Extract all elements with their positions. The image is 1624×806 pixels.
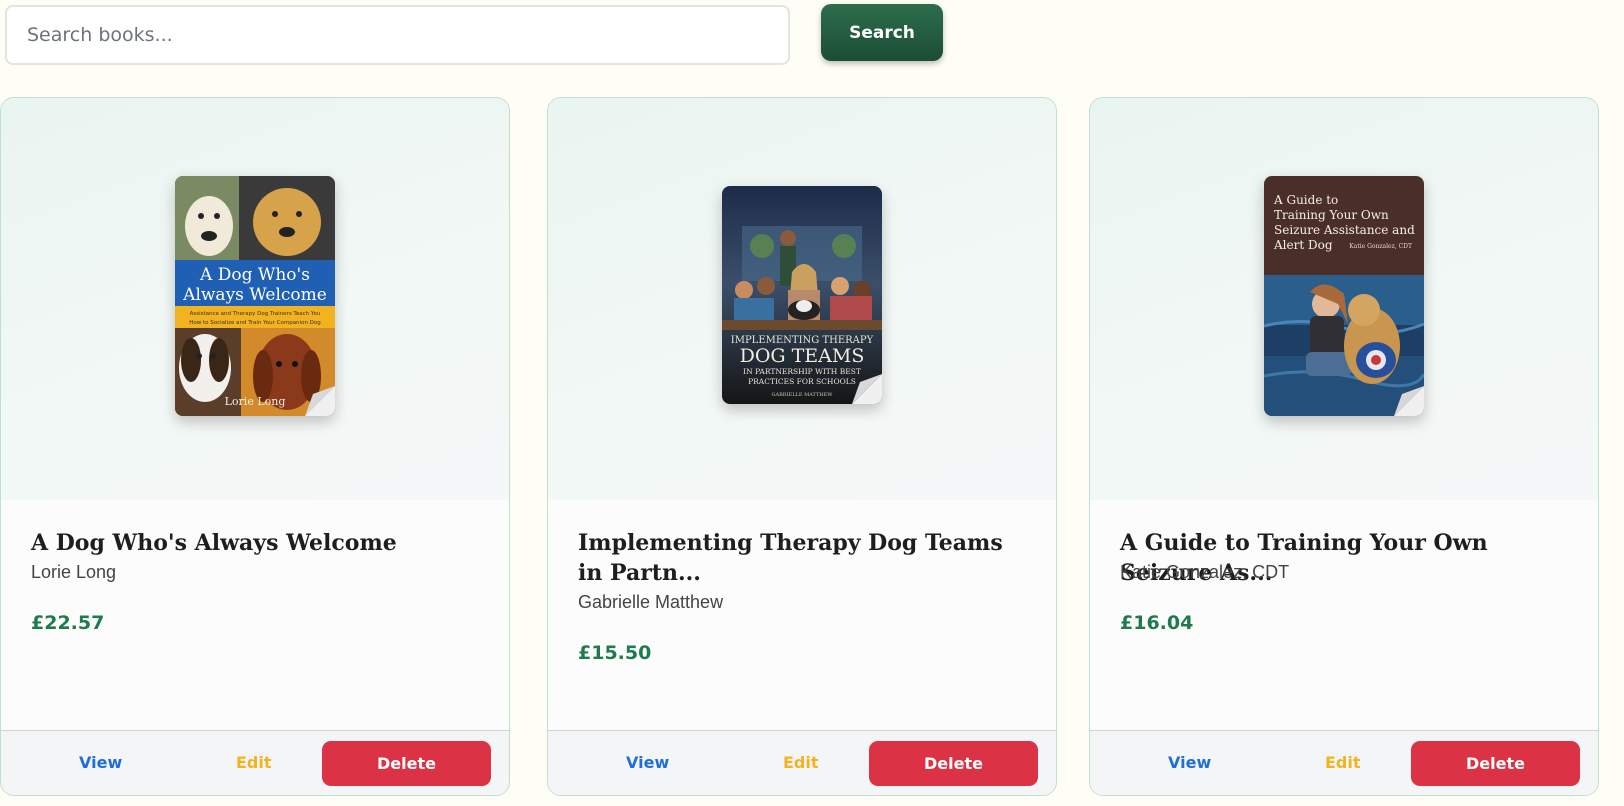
book-price: £16.04: [1120, 612, 1194, 634]
svg-text:Alert Dog: Alert Dog: [1273, 238, 1333, 252]
view-button[interactable]: View: [79, 753, 122, 772]
book-price: £15.50: [578, 642, 652, 664]
book-author: Lorie Long: [31, 562, 117, 582]
svg-text:How to Socialize and Train You: How to Socialize and Train Your Companio…: [189, 320, 321, 326]
delete-button[interactable]: Delete: [1411, 741, 1580, 786]
book-card: A Dog Who's Always Welcome Assistance an…: [0, 97, 510, 796]
card-actions: View Edit Delete: [1, 730, 509, 795]
book-price: £22.57: [31, 612, 105, 634]
book-author: Gabrielle Matthew: [578, 592, 724, 612]
book-cover-image[interactable]: A Guide to Training Your Own Seizure Ass…: [1264, 176, 1424, 416]
cover-area: A Guide to Training Your Own Seizure Ass…: [1090, 98, 1598, 500]
edit-button[interactable]: Edit: [236, 753, 272, 772]
svg-text:DOG TEAMS: DOG TEAMS: [740, 345, 865, 367]
cover-area: A Dog Who's Always Welcome Assistance an…: [1, 98, 509, 500]
svg-text:GABRIELLE MATTHEW: GABRIELLE MATTHEW: [772, 392, 834, 398]
svg-text:Lorie Long: Lorie Long: [225, 395, 286, 408]
book-title: A Dog Who's Always Welcome: [31, 530, 397, 556]
delete-button[interactable]: Delete: [869, 741, 1038, 786]
book-cover-image[interactable]: IMPLEMENTING THERAPY DOG TEAMS IN PARTNE…: [722, 186, 882, 404]
svg-text:Seizure Assistance and: Seizure Assistance and: [1274, 223, 1415, 237]
search-input[interactable]: [5, 5, 790, 65]
cover-area: IMPLEMENTING THERAPY DOG TEAMS IN PARTNE…: [548, 98, 1056, 500]
svg-text:A Guide to: A Guide to: [1273, 193, 1338, 207]
delete-button[interactable]: Delete: [322, 741, 491, 786]
card-actions: View Edit Delete: [1090, 730, 1598, 795]
view-button[interactable]: View: [626, 753, 669, 772]
card-actions: View Edit Delete: [548, 730, 1056, 795]
svg-text:Katie Gonzalez, CDT: Katie Gonzalez, CDT: [1349, 243, 1412, 250]
book-author: Katie Gonzalez, CDT: [1120, 562, 1290, 582]
edit-button[interactable]: Edit: [783, 753, 819, 772]
svg-text:A Dog Who's: A Dog Who's: [199, 265, 310, 285]
svg-text:Assistance and Therapy Dog Tra: Assistance and Therapy Dog Trainers Teac…: [190, 311, 321, 317]
book-cover-image[interactable]: A Dog Who's Always Welcome Assistance an…: [175, 176, 335, 416]
edit-button[interactable]: Edit: [1325, 753, 1361, 772]
view-button[interactable]: View: [1168, 753, 1211, 772]
svg-text:PRACTICES FOR SCHOOLS: PRACTICES FOR SCHOOLS: [748, 377, 856, 386]
svg-text:Training Your Own: Training Your Own: [1274, 208, 1389, 222]
book-card: IMPLEMENTING THERAPY DOG TEAMS IN PARTNE…: [547, 97, 1057, 796]
svg-text:IN PARTNERSHIP WITH BEST: IN PARTNERSHIP WITH BEST: [743, 367, 861, 376]
svg-text:Always Welcome: Always Welcome: [182, 285, 327, 305]
book-card: A Guide to Training Your Own Seizure Ass…: [1089, 97, 1599, 796]
book-title: Implementing Therapy Dog Teams in Partn.…: [578, 530, 1003, 586]
search-button[interactable]: Search: [821, 4, 943, 61]
